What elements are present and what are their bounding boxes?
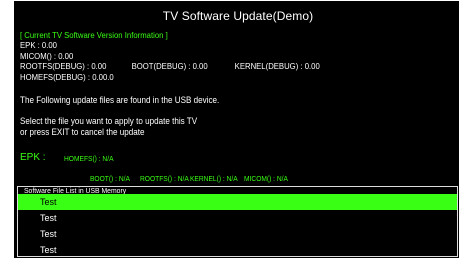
micom-version: MICOM() : 0.00 (20, 50, 74, 61)
version-info-header: [ Current TV Software Version Informatio… (20, 30, 168, 40)
select-instruction-line1: Select the file you want to apply to upd… (20, 116, 198, 126)
epk-version: EPK : 0.00 (20, 40, 57, 51)
tv-update-screen: TV Software Update(Demo) [ Current TV So… (14, 1, 459, 258)
select-instruction-line2: or press EXIT to cancel the update (20, 127, 145, 137)
update-rootfs: ROOTFS() : N/A (140, 174, 189, 183)
update-kernel: KERNEL() : N/A (190, 174, 238, 183)
window-title: TV Software Update(Demo) (162, 9, 314, 23)
update-micom: MICOM() : N/A (244, 174, 288, 183)
update-boot: BOOT() : N/A (90, 174, 130, 183)
file-list-item[interactable]: Test (18, 194, 457, 210)
files-found-message: The Following update files are found in … (20, 95, 220, 105)
boot-version: BOOT(DEBUG) : 0.00 (131, 61, 208, 72)
firmware-versions-row: ROOTFS(DEBUG) : 0.00 BOOT(DEBUG) : 0.00 KE… (20, 61, 407, 71)
kernel-version: KERNEL(DEBUG) : 0.00 (234, 61, 320, 72)
file-list-item[interactable]: Test (18, 210, 457, 226)
rootfs-version: ROOTFS(DEBUG) : 0.00 (20, 61, 107, 72)
homefs-version: HOMEFS(DEBUG) : 0.00.0 (20, 71, 114, 82)
update-epk-label: EPK : (20, 152, 46, 163)
software-file-list: Software File List in USB Memory Test Te… (17, 186, 458, 257)
file-list-item[interactable]: Test (18, 242, 457, 258)
version-info: [ Current TV Software Version Informatio… (20, 30, 407, 82)
update-homefs: HOMEFS() : N/A (64, 154, 114, 163)
file-list-item[interactable]: Test (18, 226, 457, 242)
